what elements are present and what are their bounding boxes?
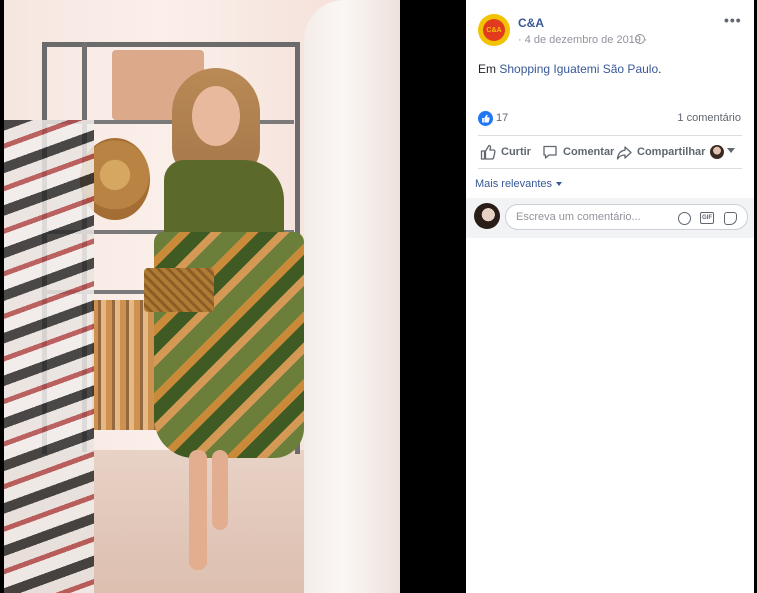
- photo-model-face: [192, 86, 240, 146]
- comment-icon: [543, 145, 557, 159]
- chevron-down-icon[interactable]: [727, 148, 735, 153]
- like-icon: [480, 144, 496, 160]
- location-prefix: Em: [478, 62, 500, 76]
- photo-model-skirt: [154, 232, 304, 458]
- photo-model-clutch: [144, 268, 214, 312]
- gif-icon[interactable]: GIF: [700, 212, 714, 224]
- photo-model-leg: [189, 450, 207, 570]
- like-button[interactable]: Curtir: [480, 143, 531, 161]
- brand-logo: C&A: [483, 19, 505, 41]
- photo-left-clothes: [4, 120, 94, 593]
- divider: [478, 135, 742, 136]
- like-reaction-icon[interactable]: [478, 111, 493, 126]
- comment-button[interactable]: Comentar: [542, 143, 614, 161]
- post-side-panel: C&A C&A · 4 de dezembro de 2019 · ••• Em…: [466, 0, 754, 593]
- post-location: Em Shopping Iguatemi São Paulo.: [478, 62, 661, 76]
- comment-input[interactable]: [516, 211, 666, 223]
- share-button-label: Compartilhar: [637, 146, 706, 158]
- post-photo[interactable]: [4, 0, 400, 593]
- divider: [478, 168, 742, 169]
- comment-button-label: Comentar: [563, 146, 615, 158]
- share-button[interactable]: Compartilhar: [616, 143, 705, 161]
- sticker-icon[interactable]: [724, 212, 737, 225]
- like-count[interactable]: 17: [496, 112, 508, 124]
- avatar[interactable]: [474, 203, 500, 229]
- comment-count-link[interactable]: 1 comentário: [677, 112, 741, 124]
- more-icon[interactable]: •••: [724, 12, 742, 28]
- comment-input-wrapper[interactable]: GIF: [505, 204, 748, 230]
- location-link[interactable]: Shopping Iguatemi São Paulo: [499, 62, 658, 76]
- emoji-icon[interactable]: [678, 212, 691, 225]
- share-icon: [616, 146, 632, 160]
- comment-composer: GIF: [466, 198, 754, 238]
- share-as-avatar[interactable]: [710, 145, 724, 159]
- comment-sort-dropdown[interactable]: Mais relevantes: [475, 178, 563, 190]
- globe-icon[interactable]: [635, 34, 645, 44]
- comment-sort-label: Mais relevantes: [475, 178, 553, 190]
- location-suffix: .: [658, 62, 662, 76]
- post-timestamp[interactable]: · 4 de dezembro de 2019 ·: [518, 34, 648, 46]
- chevron-down-icon: [556, 182, 563, 186]
- photo-white-dress: [304, 0, 400, 593]
- photo-model-leg: [212, 450, 228, 530]
- page-avatar[interactable]: C&A: [478, 14, 510, 46]
- page-name-link[interactable]: C&A: [518, 16, 544, 30]
- like-button-label: Curtir: [501, 146, 531, 158]
